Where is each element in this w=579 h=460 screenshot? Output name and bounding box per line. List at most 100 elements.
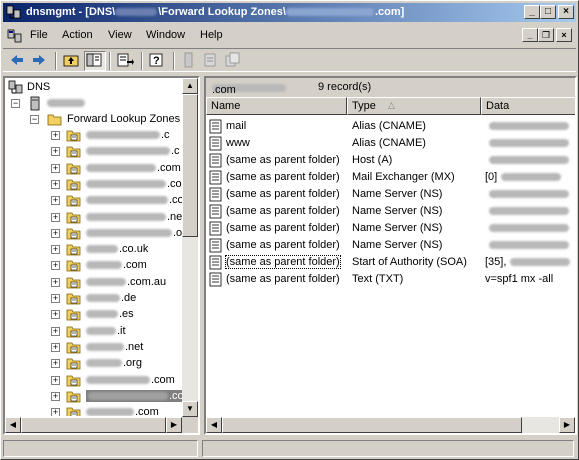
tree-item-zone[interactable]: + .com: [5, 389, 183, 405]
tree-item-zone[interactable]: + .com: [5, 161, 183, 177]
record-row[interactable]: mail Alias (CNAME): [206, 118, 575, 135]
tree-item-zone[interactable]: + .c: [5, 144, 183, 160]
record-name: (same as parent folder): [226, 154, 340, 166]
collapse-icon[interactable]: −: [30, 115, 39, 124]
record-row[interactable]: (same as parent folder) Name Server (NS): [206, 237, 575, 254]
back-button[interactable]: [7, 51, 29, 71]
title-bar[interactable]: dnsmgmt - [DNS\ \Forward Lookup Zones\ .co…: [3, 3, 576, 22]
expand-icon[interactable]: +: [51, 245, 60, 255]
record-row[interactable]: (same as parent folder) Name Server (NS): [206, 186, 575, 203]
child-restore-button[interactable]: ❐: [538, 28, 554, 42]
tree-item-zone[interactable]: + .com.au: [5, 275, 183, 291]
record-count: 9 record(s): [318, 81, 372, 93]
tree-item-zone[interactable]: + .co.uk: [5, 242, 183, 258]
zone-folder-icon: [66, 309, 81, 321]
record-row[interactable]: (same as parent folder) Name Server (NS): [206, 220, 575, 237]
expand-icon[interactable]: +: [51, 310, 60, 320]
menu-action[interactable]: Action: [62, 29, 93, 41]
expand-icon[interactable]: +: [51, 196, 60, 206]
console-tree[interactable]: DNS − − Forward Lookup Zones + .c + .c + .com…: [3, 76, 200, 435]
help-button[interactable]: ?: [147, 51, 169, 71]
expand-icon[interactable]: +: [51, 179, 60, 189]
column-header-data[interactable]: Data: [481, 97, 575, 115]
expand-icon[interactable]: +: [51, 375, 60, 385]
expand-icon[interactable]: +: [51, 391, 60, 401]
scroll-thumb[interactable]: [21, 417, 166, 433]
list-horizontal-scrollbar[interactable]: ◀ ▶: [206, 417, 575, 433]
child-close-button[interactable]: ×: [556, 28, 572, 42]
scroll-up-button[interactable]: ▲: [182, 78, 198, 94]
up-one-level-button[interactable]: [61, 51, 83, 71]
tree-item-zone[interactable]: + .c: [5, 128, 183, 144]
tree-item-zone[interactable]: + .com: [5, 193, 183, 209]
tree-horizontal-scrollbar[interactable]: ◀ ▶: [5, 417, 182, 433]
record-data: [485, 120, 570, 132]
scroll-left-button[interactable]: ◀: [5, 417, 21, 433]
minimize-button[interactable]: _: [524, 5, 540, 19]
scroll-left-button[interactable]: ◀: [206, 417, 222, 433]
scroll-right-button[interactable]: ▶: [559, 417, 575, 433]
collapse-icon[interactable]: −: [11, 99, 20, 108]
tree-item-zone[interactable]: + .com: [5, 405, 183, 416]
tree-item-zone[interactable]: + .net: [5, 340, 183, 356]
show-hide-console-tree-button[interactable]: [84, 51, 106, 71]
expand-icon[interactable]: +: [51, 326, 60, 336]
column-header-type[interactable]: Type △: [347, 97, 481, 115]
tree-vertical-scrollbar[interactable]: ▲ ▼: [182, 78, 198, 417]
menu-file[interactable]: File: [30, 29, 48, 41]
scroll-down-button[interactable]: ▼: [182, 401, 198, 417]
record-row[interactable]: (same as parent folder) Mail Exchanger (M…: [206, 169, 575, 186]
tree-item-label: .com: [86, 374, 175, 386]
expand-icon[interactable]: +: [51, 228, 60, 238]
expand-icon[interactable]: +: [51, 163, 60, 173]
export-list-button[interactable]: [115, 51, 137, 71]
mmc-icon[interactable]: [7, 28, 23, 44]
record-type: Alias (CNAME): [352, 137, 426, 149]
record-icon: [209, 221, 222, 236]
record-row[interactable]: (same as parent folder) Name Server (NS): [206, 203, 575, 220]
tree-item-zone[interactable]: + .ne: [5, 210, 183, 226]
expand-icon[interactable]: +: [51, 147, 60, 157]
scroll-thumb[interactable]: [222, 417, 522, 433]
tree-item-zone[interactable]: + .de: [5, 291, 183, 307]
tree-item-zone[interactable]: + .com: [5, 177, 183, 193]
scroll-thumb[interactable]: [182, 94, 198, 237]
expand-icon[interactable]: +: [51, 277, 60, 287]
tree-item-zone[interactable]: + .org: [5, 356, 183, 372]
window-title: dnsmgmt - [DNS\ \Forward Lookup Zones\ .co…: [26, 6, 405, 18]
scroll-right-button[interactable]: ▶: [166, 417, 182, 433]
tree-item-zone[interactable]: + .org: [5, 226, 183, 242]
tree-item-server[interactable]: −: [5, 96, 175, 112]
expand-icon[interactable]: +: [51, 131, 60, 140]
tree-item-forward-lookup-zones[interactable]: − Forward Lookup Zones: [5, 112, 183, 128]
close-button[interactable]: ×: [558, 5, 574, 19]
child-minimize-button[interactable]: _: [522, 28, 538, 42]
record-name: (same as parent folder): [226, 239, 340, 251]
column-header-name[interactable]: Name: [206, 97, 347, 115]
record-row[interactable]: (same as parent folder) Start of Authorit…: [206, 254, 575, 271]
folder-up-icon: [63, 55, 79, 67]
expand-icon[interactable]: +: [51, 261, 60, 271]
record-row[interactable]: www Alias (CNAME): [206, 135, 575, 152]
toolbar-separator: [141, 52, 143, 70]
menu-window[interactable]: Window: [146, 29, 185, 41]
expand-icon[interactable]: +: [51, 408, 60, 416]
expand-icon[interactable]: +: [51, 294, 60, 303]
tree-item-zone[interactable]: + .es: [5, 307, 183, 323]
expand-icon[interactable]: +: [51, 342, 60, 352]
expand-icon[interactable]: +: [51, 359, 60, 369]
forward-button[interactable]: [29, 51, 51, 71]
tree-item-zone[interactable]: + .com: [5, 373, 183, 389]
record-row[interactable]: (same as parent folder) Text (TXT) v=spf1 …: [206, 271, 575, 288]
expand-icon[interactable]: +: [51, 212, 60, 222]
menu-view[interactable]: View: [108, 29, 132, 41]
tree-item-zone[interactable]: + .it: [5, 324, 183, 340]
record-row[interactable]: (same as parent folder) Host (A): [206, 152, 575, 169]
details-pane[interactable]: .com 9 record(s) Name Type △ Data mail Al…: [204, 76, 577, 435]
maximize-button[interactable]: □: [540, 5, 556, 19]
tree-item-dns[interactable]: DNS: [5, 80, 175, 96]
menu-help[interactable]: Help: [200, 29, 223, 41]
tree-item-zone[interactable]: + .com: [5, 258, 183, 274]
zone-folder-icon: [66, 130, 81, 142]
tree-item-label: .ne: [86, 211, 182, 223]
